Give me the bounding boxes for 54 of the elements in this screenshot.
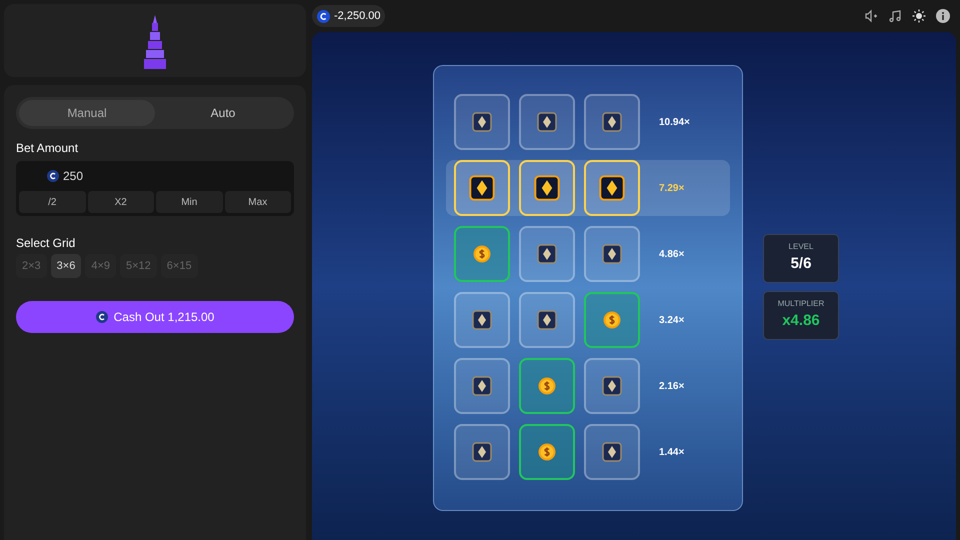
bet-adjust-button[interactable]: Min [156, 191, 222, 213]
gem-tile-icon [599, 175, 625, 201]
stat-label: LEVEL [788, 241, 814, 254]
grid-option[interactable]: 3×6 [50, 254, 82, 278]
gem-tile-icon [472, 112, 492, 132]
music-icon[interactable] [888, 9, 902, 23]
dollar-coin-icon [538, 377, 556, 395]
tile[interactable] [584, 160, 640, 216]
gem-tile-icon [537, 112, 557, 132]
tile[interactable] [584, 292, 640, 348]
info-icon[interactable] [936, 9, 950, 23]
tile[interactable] [519, 358, 575, 414]
gem-tile-icon [602, 244, 622, 264]
bet-adjust-button[interactable]: Max [224, 191, 291, 213]
bet-amount-label: Bet Amount [16, 140, 80, 157]
balance-amount: -2,250.00 [334, 8, 380, 24]
coin-icon [96, 311, 108, 323]
row-multiplier: 3.24× [659, 314, 684, 328]
gem-tile-icon [469, 175, 495, 201]
gem-tile-icon [537, 310, 557, 330]
stat-label: MULTIPLIER [778, 298, 824, 310]
gem-tile-icon [602, 112, 622, 132]
row-multiplier: 10.94× [659, 116, 690, 130]
bet-adjust-button[interactable]: X2 [88, 191, 154, 213]
bet-adjust-button[interactable]: /2 [19, 191, 86, 213]
stat-value: x4.86 [782, 311, 820, 332]
dollar-coin-icon [473, 245, 491, 263]
gem-tile-icon [537, 244, 557, 264]
sun-icon[interactable] [912, 9, 926, 23]
row-multiplier: 2.16× [659, 380, 684, 394]
mode-tab[interactable]: Auto [155, 100, 291, 126]
gem-tile-icon [602, 376, 622, 396]
dollar-coin-icon [603, 311, 621, 329]
gem-tile-icon [602, 442, 622, 462]
row-multiplier: 1.44× [659, 446, 684, 460]
gem-tile-icon [534, 175, 560, 201]
gem-tile-icon [472, 442, 492, 462]
sound-icon[interactable] [864, 9, 878, 23]
tile[interactable] [519, 424, 575, 480]
select-grid-label: Select Grid [16, 235, 76, 252]
cash-out-button[interactable]: Cash Out 1,215.00 [16, 301, 294, 333]
dollar-coin-icon [538, 443, 556, 461]
tile[interactable] [454, 226, 510, 282]
row-multiplier: 4.86× [659, 248, 684, 262]
bet-input[interactable]: 250 [63, 167, 263, 185]
tile[interactable] [519, 160, 575, 216]
coin-icon [317, 10, 330, 22]
stat-value: 5/6 [790, 254, 812, 274]
row-multiplier: 7.29× [659, 182, 684, 196]
gem-tile-icon [472, 376, 492, 396]
mode-tab[interactable]: Manual [19, 100, 155, 126]
tile[interactable] [454, 160, 510, 216]
gem-tile-icon [472, 310, 492, 330]
coin-icon [47, 170, 59, 182]
